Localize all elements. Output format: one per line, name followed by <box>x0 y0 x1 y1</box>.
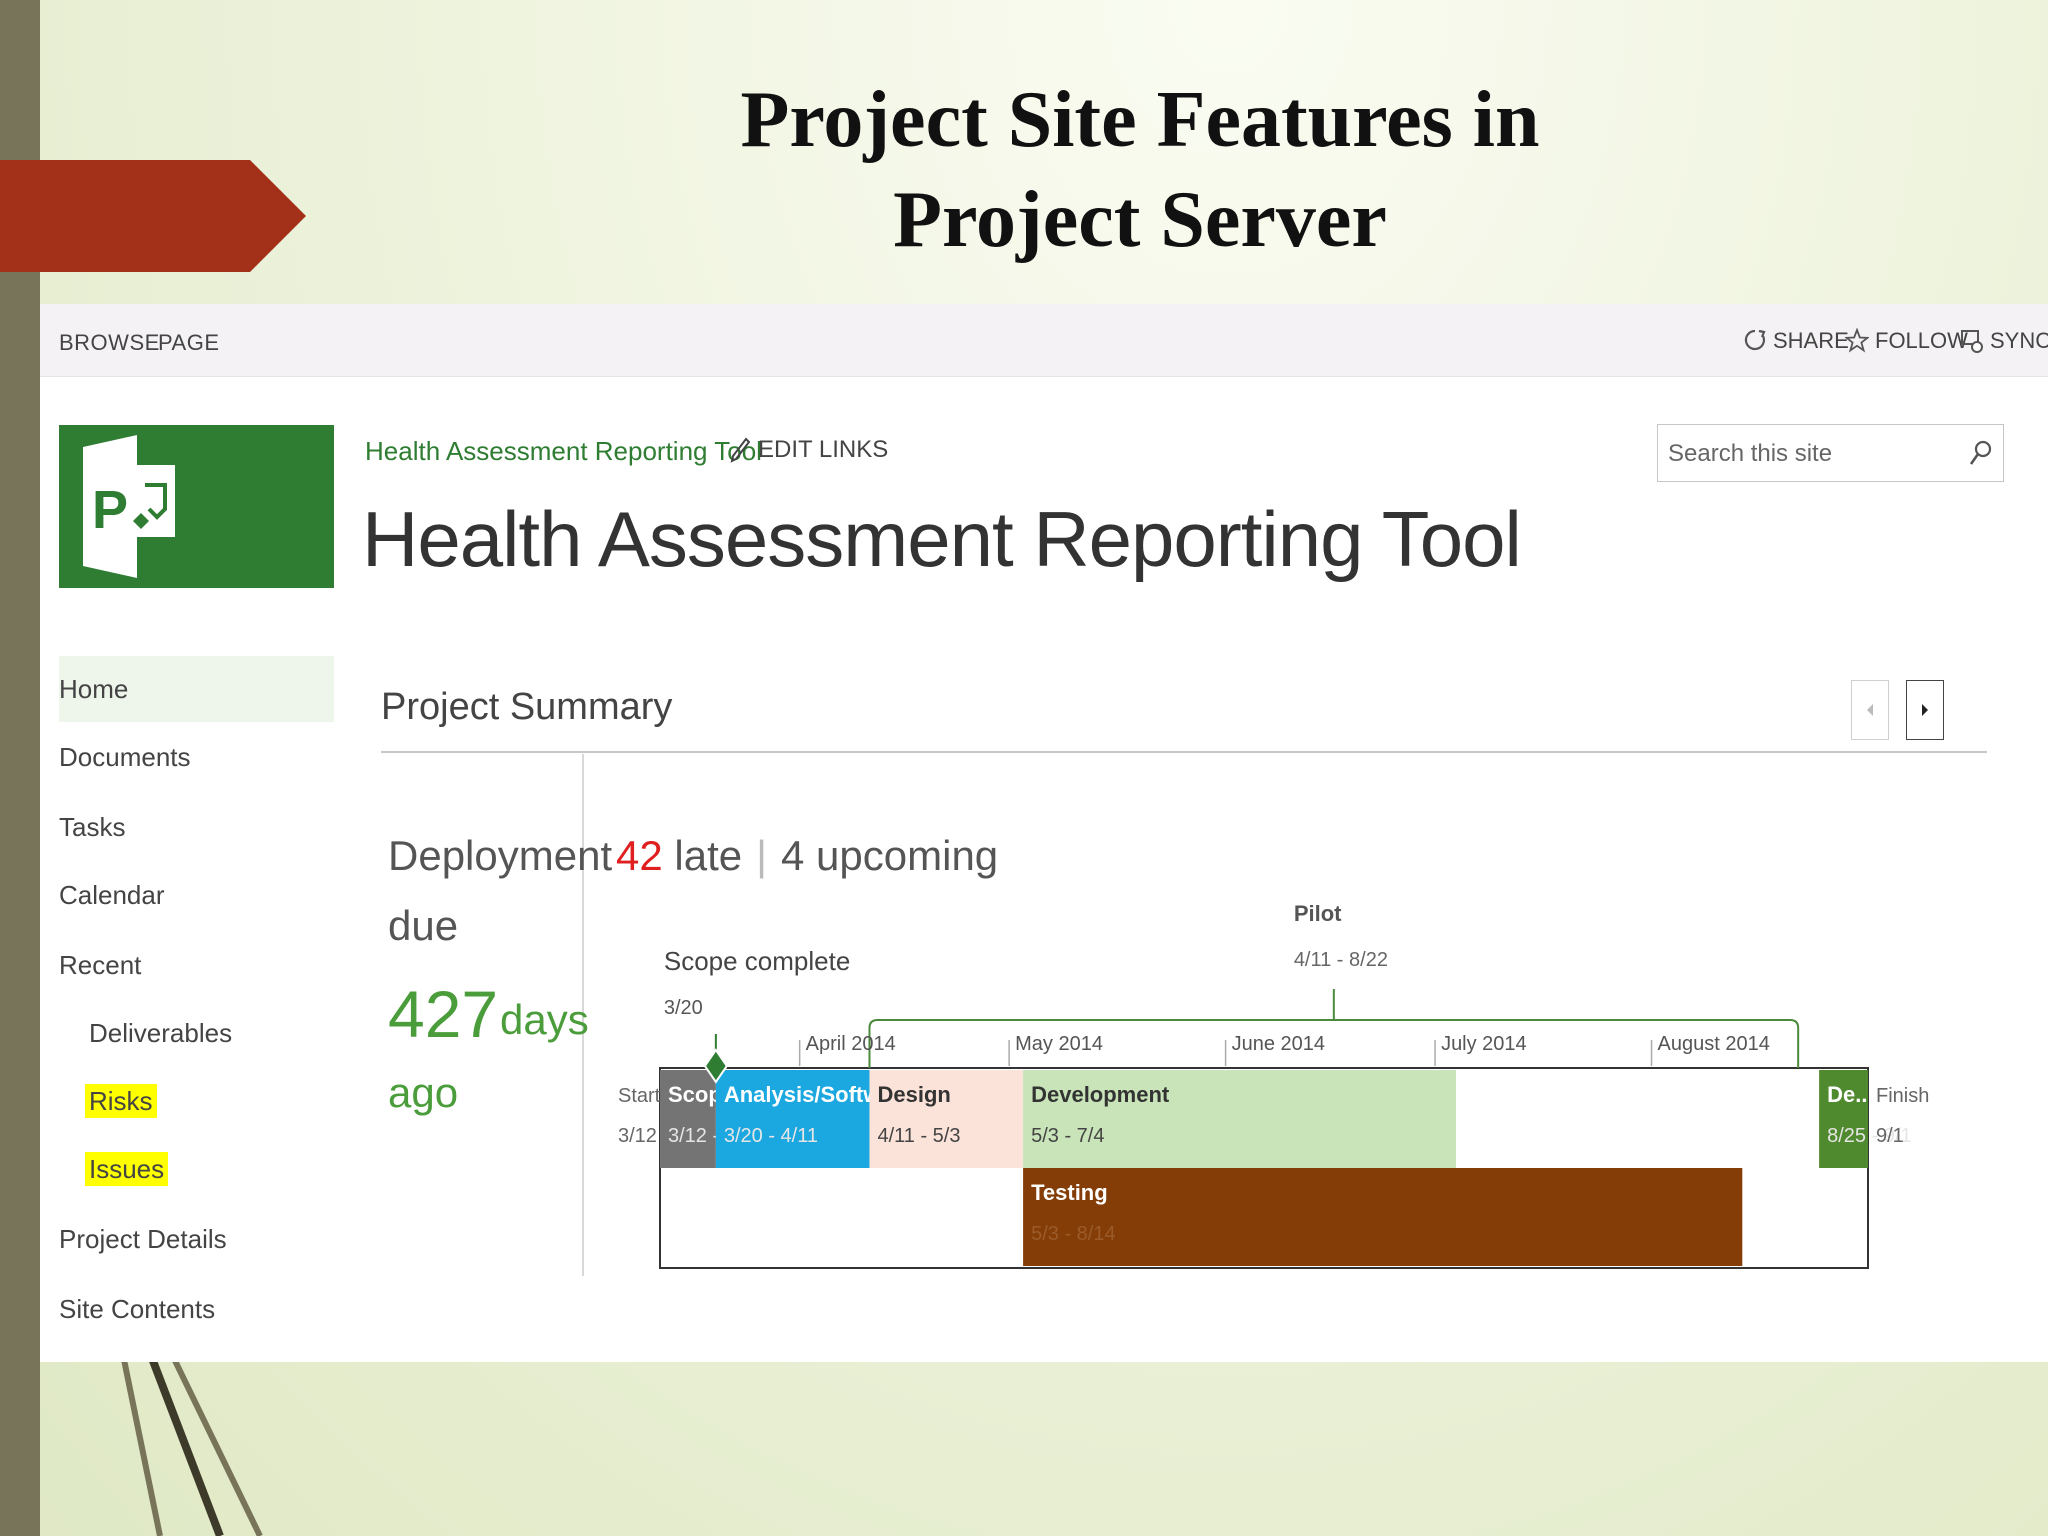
task-name: Development <box>1031 1082 1170 1107</box>
start-label: Start <box>618 1085 661 1107</box>
slide-title-line-1: Project Site Features in <box>740 76 1540 164</box>
task-name: Testing <box>1031 1180 1108 1205</box>
phase-dates: 4/11 - 8/22 <box>1294 949 1388 971</box>
phase-name: Pilot <box>1294 901 1342 926</box>
task-name: De... <box>1827 1082 1873 1107</box>
finish-date: 9/1 <box>1876 1125 1904 1147</box>
task-name: Design <box>877 1082 950 1107</box>
task-dates: 4/11 - 5/3 <box>877 1125 960 1147</box>
red-arrow-shape <box>0 160 306 272</box>
slide-title: Project Site Features in Project Server <box>600 70 1680 270</box>
start-date: 3/12 <box>618 1125 657 1147</box>
task-dates: 5/3 - 7/4 <box>1031 1125 1104 1147</box>
task-dates: 3/20 - 4/11 <box>724 1125 818 1147</box>
milestone-date: 3/20 <box>664 997 703 1019</box>
month-label: June 2014 <box>1232 1033 1325 1055</box>
decorative-lines <box>117 1340 263 1536</box>
finish-label: Finish <box>1876 1085 1929 1107</box>
month-label: May 2014 <box>1015 1033 1103 1055</box>
timeline-chart: Pilot 4/11 - 8/22 April 2014 May 2014 June 2… <box>618 901 1929 1269</box>
month-label: August 2014 <box>1658 1033 1770 1055</box>
sharepoint-screenshot: BROWSE PAGE SHARE FOLLOW SYNC P Health A… <box>40 304 2048 1362</box>
task-dates: 5/3 - 8/14 <box>1031 1223 1116 1245</box>
month-label: April 2014 <box>806 1033 896 1055</box>
month-label: July 2014 <box>1441 1033 1527 1055</box>
milestone-name: Scope complete <box>664 946 850 976</box>
slide-title-line-2: Project Server <box>893 176 1387 264</box>
task-bar <box>1023 1168 1743 1266</box>
